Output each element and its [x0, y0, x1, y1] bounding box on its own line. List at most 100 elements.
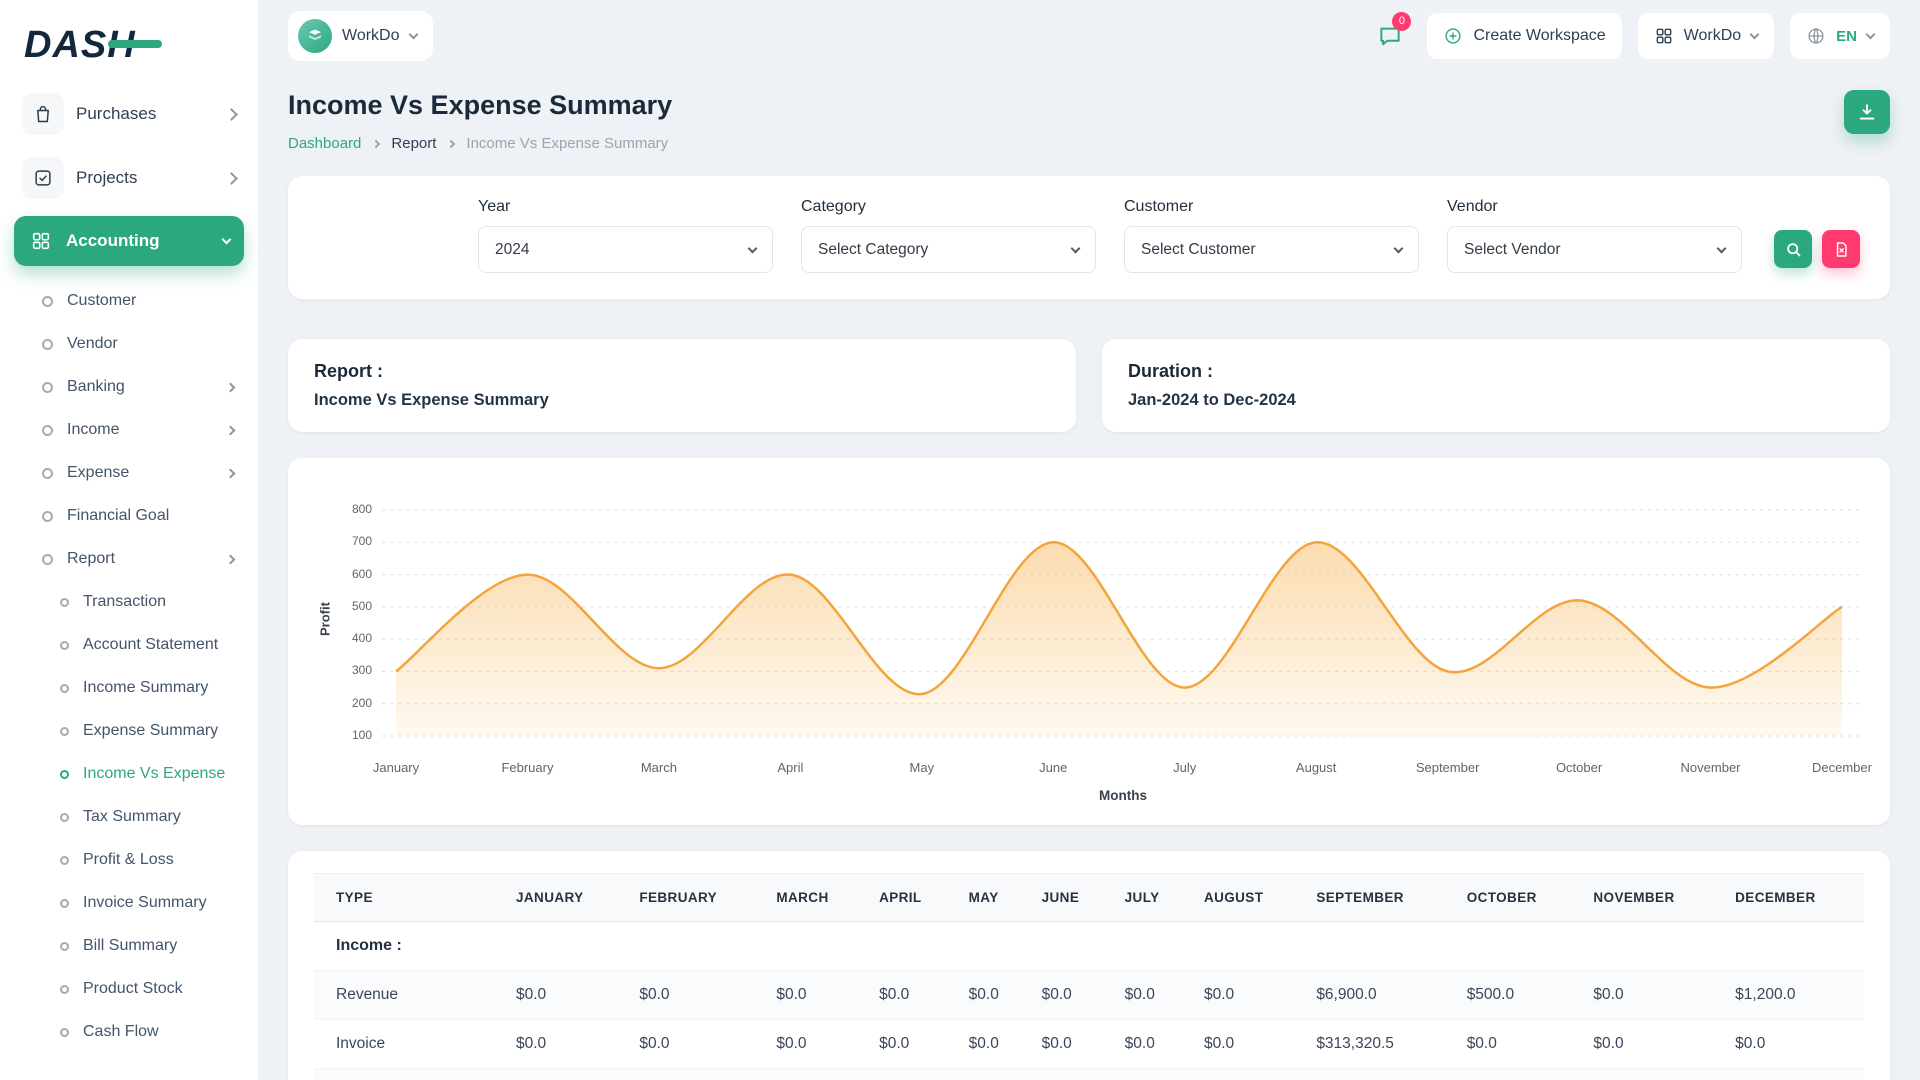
workdo-menu[interactable]: WorkDo	[1638, 13, 1775, 59]
sidebar-item-report[interactable]: Report	[14, 538, 244, 580]
reset-icon	[1832, 240, 1851, 259]
table-header-row: TYPEJANUARYFEBRUARYMARCHAPRILMAYJUNEJULY…	[314, 874, 1864, 922]
sidebar-item-label: Purchases	[76, 104, 215, 124]
cell-value: $0.0	[764, 1020, 867, 1069]
sidebar-item-expense[interactable]: Expense	[14, 452, 244, 494]
row-type: Revenue	[314, 971, 504, 1020]
sidebar-item-label: Cash Flow	[83, 1023, 234, 1041]
create-workspace-button[interactable]: Create Workspace	[1427, 13, 1621, 59]
cell-value: $0.0	[764, 971, 867, 1020]
search-icon	[1784, 240, 1803, 259]
chevron-down-icon	[1394, 243, 1404, 253]
breadcrumb: Dashboard Report Income Vs Expense Summa…	[288, 135, 672, 152]
x-tick-label: February	[501, 760, 553, 775]
workspace-selector[interactable]: WorkDo	[288, 11, 433, 61]
dot-icon	[60, 770, 69, 779]
cell-value: $0.0	[627, 971, 764, 1020]
customer-select[interactable]: Select Customer	[1124, 226, 1419, 273]
row-type: Invoice	[314, 1020, 504, 1069]
sidebar-item-banking[interactable]: Banking	[14, 366, 244, 408]
app-logo[interactable]: DASH	[14, 18, 244, 88]
cell-value: $6,900.0	[1304, 971, 1454, 1020]
sidebar-item-transaction[interactable]: Transaction	[14, 581, 244, 623]
sidebar-item-customer[interactable]: Customer	[14, 280, 244, 322]
year-label: Year	[478, 198, 773, 216]
section-label: Expense :	[314, 1069, 1864, 1080]
sidebar-item-label: Bill Summary	[83, 937, 234, 955]
cell-value: $0.0	[1192, 971, 1304, 1020]
cell-value: $0.0	[1192, 1020, 1304, 1069]
sidebar-item-income[interactable]: Income	[14, 409, 244, 451]
breadcrumb-dashboard[interactable]: Dashboard	[288, 135, 361, 152]
y-tick-label: 200	[352, 696, 372, 710]
language-selector[interactable]: EN	[1790, 13, 1890, 59]
sidebar-item-tax-summary[interactable]: Tax Summary	[14, 796, 244, 838]
sidebar-item-projects[interactable]: Projects	[14, 152, 244, 204]
sidebar-item-bill-summary[interactable]: Bill Summary	[14, 925, 244, 967]
cell-value: $0.0	[957, 1020, 1030, 1069]
dot-icon	[60, 1028, 69, 1037]
cell-value: $313,320.5	[1304, 1020, 1454, 1069]
column-header: AUGUST	[1192, 874, 1304, 922]
cell-value: $0.0	[1030, 1020, 1113, 1069]
column-header: SEPTEMBER	[1304, 874, 1454, 922]
workspace-name: WorkDo	[342, 27, 400, 45]
x-tick-label: November	[1681, 760, 1741, 775]
plus-circle-icon	[1443, 26, 1463, 46]
sidebar-item-purchases[interactable]: Purchases	[14, 88, 244, 140]
chevron-down-icon	[408, 29, 418, 39]
workspace-icon	[298, 19, 332, 53]
projects-icon	[22, 157, 64, 199]
column-header: TYPE	[314, 874, 504, 922]
chevron-right-icon	[225, 172, 238, 185]
chart-card: Profit 100200300400500600700800 JanuaryF…	[288, 458, 1890, 825]
duration-card-title: Duration :	[1128, 361, 1864, 382]
sidebar-item-vendor[interactable]: Vendor	[14, 323, 244, 365]
report-summary-card: Report : Income Vs Expense Summary	[288, 339, 1076, 432]
chart-x-ticks: JanuaryFebruaryMarchAprilMayJuneJulyAugu…	[382, 754, 1864, 780]
sidebar: DASH Purchases Projects Accounting Custom…	[0, 0, 258, 1080]
chevron-right-icon	[226, 382, 236, 392]
sidebar-item-invoice-summary[interactable]: Invoice Summary	[14, 882, 244, 924]
breadcrumb-report[interactable]: Report	[391, 135, 436, 152]
search-button[interactable]	[1774, 230, 1812, 268]
dot-icon	[42, 296, 53, 307]
y-tick-label: 100	[352, 728, 372, 742]
sidebar-item-expense-summary[interactable]: Expense Summary	[14, 710, 244, 752]
sidebar-item-accounting[interactable]: Accounting	[14, 216, 244, 266]
sidebar-item-profit-loss[interactable]: Profit & Loss	[14, 839, 244, 881]
create-workspace-label: Create Workspace	[1473, 27, 1605, 45]
sidebar-item-label: Accounting	[66, 231, 211, 251]
sidebar-item-account-statement[interactable]: Account Statement	[14, 624, 244, 666]
sidebar-item-financial-goal[interactable]: Financial Goal	[14, 495, 244, 537]
vendor-field: Vendor Select Vendor	[1447, 198, 1742, 273]
chevron-right-icon	[225, 108, 238, 121]
reset-button[interactable]	[1822, 230, 1860, 268]
y-tick-label: 700	[352, 534, 372, 548]
chevron-right-icon	[226, 554, 236, 564]
category-select[interactable]: Select Category	[801, 226, 1096, 273]
cell-value: $0.0	[1581, 971, 1723, 1020]
summary-row: Report : Income Vs Expense Summary Durat…	[288, 339, 1890, 432]
sidebar-item-income-vs-expense[interactable]: Income Vs Expense	[14, 753, 244, 795]
sidebar-item-label: Invoice Summary	[83, 894, 234, 912]
y-tick-label: 600	[352, 567, 372, 581]
sidebar-item-cash-flow[interactable]: Cash Flow	[14, 1011, 244, 1053]
cell-value: $0.0	[1723, 1020, 1864, 1069]
year-select[interactable]: 2024	[478, 226, 773, 273]
sidebar-item-income-summary[interactable]: Income Summary	[14, 667, 244, 709]
dot-icon	[60, 985, 69, 994]
column-header: JULY	[1113, 874, 1192, 922]
app-root: DASH Purchases Projects Accounting Custom…	[0, 0, 1920, 1080]
download-icon	[1856, 101, 1878, 123]
download-button[interactable]	[1844, 90, 1890, 134]
dot-icon	[60, 899, 69, 908]
dot-icon	[60, 598, 69, 607]
category-value: Select Category	[818, 241, 928, 259]
vendor-select[interactable]: Select Vendor	[1447, 226, 1742, 273]
page-content: Income Vs Expense Summary Dashboard Repo…	[258, 72, 1920, 1080]
category-field: Category Select Category	[801, 198, 1096, 273]
chevron-right-icon	[226, 425, 236, 435]
messages-button[interactable]: 0	[1369, 16, 1411, 56]
sidebar-item-product-stock[interactable]: Product Stock	[14, 968, 244, 1010]
